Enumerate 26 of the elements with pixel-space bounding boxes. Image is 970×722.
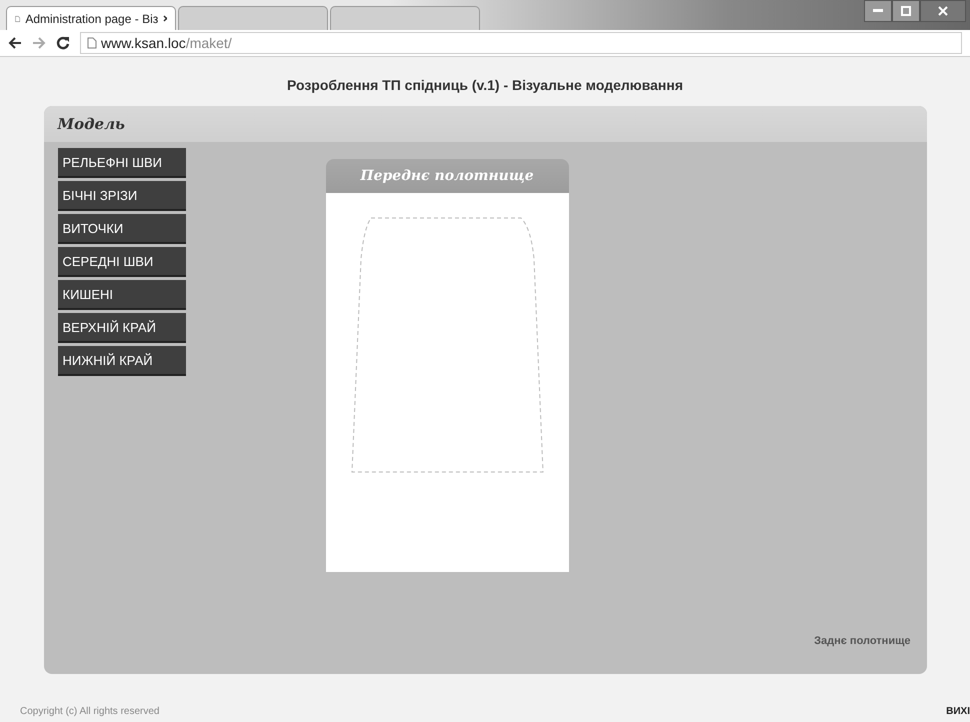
minimize-button[interactable] bbox=[864, 0, 892, 22]
browser-tab[interactable]: Administration page - Віз bbox=[6, 6, 176, 30]
menu-button[interactable]: РЕЛЬЕФНІ ШВИ bbox=[58, 148, 186, 178]
url-host: www.ksan.loc bbox=[101, 35, 186, 51]
logout-link[interactable]: ВИХІ bbox=[946, 706, 970, 722]
minimize-icon bbox=[873, 9, 883, 13]
canvas-title: Переднє полотнище bbox=[360, 168, 534, 184]
menu-button[interactable]: ВЕРХНІЙ КРАЙ bbox=[58, 313, 186, 343]
menu-button[interactable]: СЕРЕДНІ ШВИ bbox=[58, 247, 186, 277]
close-button[interactable] bbox=[920, 0, 966, 22]
reload-icon[interactable] bbox=[56, 36, 70, 50]
menu-button[interactable]: ВИТОЧКИ bbox=[58, 214, 186, 244]
back-panel-link[interactable]: Заднє полотнище bbox=[814, 635, 910, 647]
menu-button[interactable]: КИШЕНІ bbox=[58, 280, 186, 310]
address-field[interactable]: www.ksan.loc/maket/ bbox=[80, 32, 962, 54]
page-title: Розроблення ТП спідниць (v.1) - Візуальне моделювання bbox=[286, 77, 684, 93]
menu-button[interactable]: БІЧНІ ЗРІЗИ bbox=[58, 181, 186, 211]
page-icon bbox=[87, 37, 97, 49]
back-icon[interactable] bbox=[8, 37, 22, 49]
menu-button[interactable]: НИЖНІЙ КРАЙ bbox=[58, 346, 186, 376]
panel-title: Модель bbox=[58, 115, 125, 133]
tab-title: Administration page - Віз bbox=[25, 12, 158, 26]
maximize-button[interactable] bbox=[892, 0, 920, 22]
copyright-text: Copyright (c) All rights reserved bbox=[20, 706, 160, 719]
maximize-icon bbox=[901, 6, 911, 16]
url-path: /maket/ bbox=[186, 35, 232, 51]
